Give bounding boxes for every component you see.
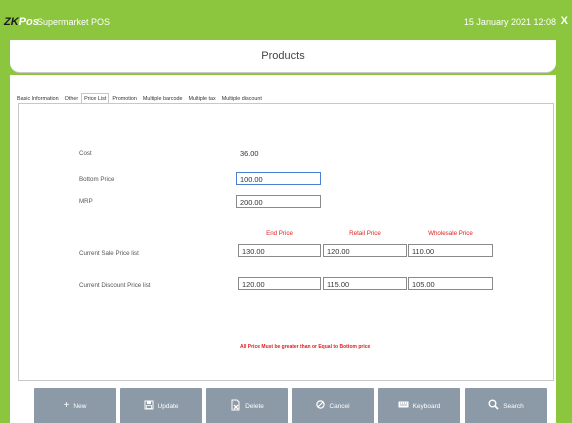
sale-price-list-label: Current Sale Price list — [79, 250, 139, 257]
app-logo: ZKPos — [4, 16, 39, 28]
delete-file-icon — [230, 399, 241, 414]
delete-button[interactable]: Delete — [206, 388, 288, 423]
discount-retail-price-input[interactable]: 115.00 — [323, 277, 407, 290]
sale-end-price-input[interactable]: 130.00 — [238, 244, 321, 257]
search-button[interactable]: Search — [465, 388, 547, 423]
save-icon — [144, 400, 154, 413]
mrp-input[interactable]: 200.00 — [236, 195, 321, 208]
cancel-icon — [316, 400, 326, 412]
app-title: Supermarket POS — [37, 17, 111, 27]
datetime-display: 15 January 2021 12:08 — [463, 17, 556, 27]
retail-price-header: Retail Price — [349, 230, 381, 237]
keyboard-button[interactable]: Keyboard — [378, 388, 460, 423]
update-button[interactable]: Update — [120, 388, 202, 423]
sale-retail-price-input[interactable]: 120.00 — [323, 244, 407, 257]
header-panel: Products — [10, 40, 556, 73]
new-button[interactable]: + New — [34, 388, 116, 423]
sale-wholesale-price-input[interactable]: 110.00 — [408, 244, 493, 257]
keyboard-icon — [398, 401, 409, 411]
cost-label: Cost — [79, 150, 92, 157]
wholesale-price-header: Wholesale Price — [428, 230, 473, 237]
price-warning-message: All Price Must be greater than or Equal … — [240, 344, 371, 350]
cost-value: 36.00 — [240, 149, 259, 158]
search-icon — [488, 399, 499, 413]
end-price-header: End Price — [266, 230, 293, 237]
title-bar: ZKPos Supermarket POS 15 January 2021 12… — [0, 0, 572, 44]
bottom-price-label: Bottom Price — [79, 176, 115, 183]
plus-icon: + — [63, 400, 70, 411]
price-list-panel — [18, 103, 554, 381]
discount-wholesale-price-input[interactable]: 105.00 — [408, 277, 493, 290]
bottom-price-input[interactable]: 100.00 — [236, 172, 321, 185]
discount-price-list-label: Current Discount Price list — [79, 282, 151, 289]
page-title: Products — [261, 50, 305, 62]
mrp-label: MRP — [79, 198, 93, 205]
tab-bar: Basic Information Other Price List Promo… — [14, 90, 265, 104]
close-button[interactable]: X — [561, 15, 568, 27]
cancel-button[interactable]: Cancel — [292, 388, 374, 423]
discount-end-price-input[interactable]: 120.00 — [238, 277, 321, 290]
